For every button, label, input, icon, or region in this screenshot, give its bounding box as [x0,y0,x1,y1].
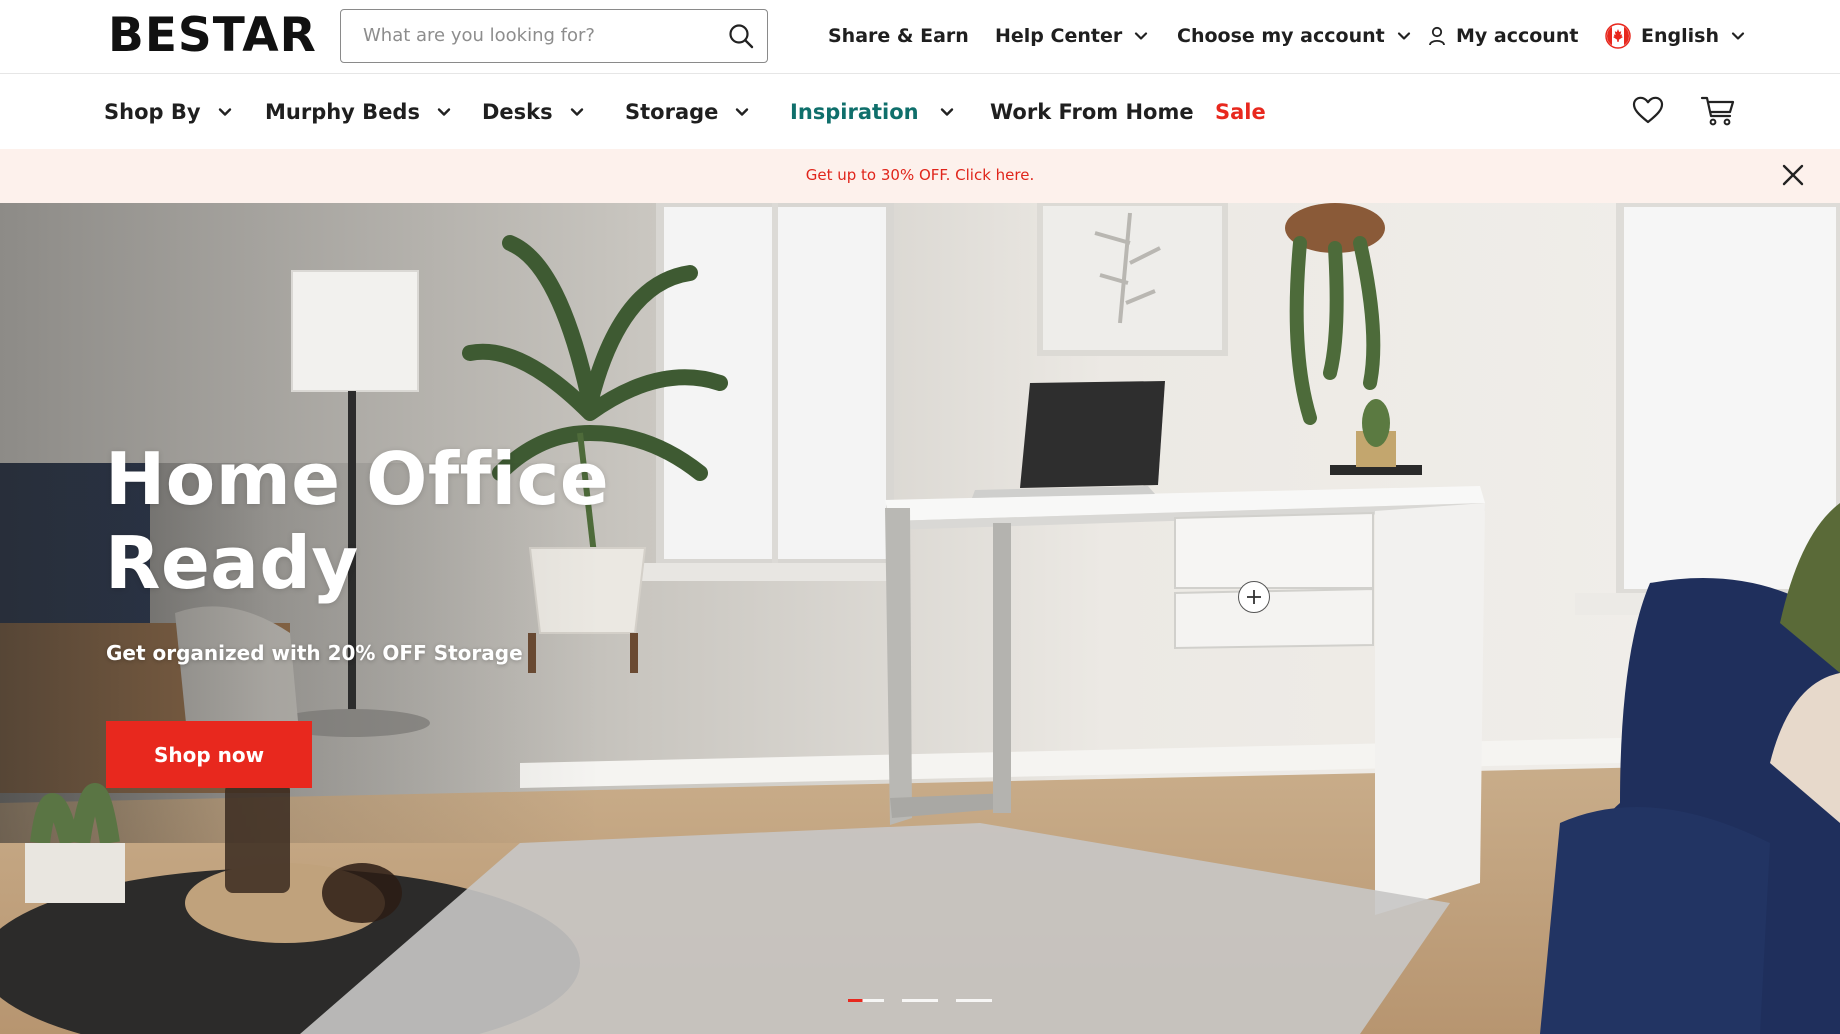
hero-title: Home Office Ready [105,437,610,605]
carousel-dot[interactable] [956,999,992,1002]
my-account-label: My account [1456,25,1579,47]
hero-banner: Home Office Ready Get organized with 20%… [0,203,1840,1034]
nav-label: Work From Home [990,100,1194,124]
nav-sale[interactable]: Sale [1215,96,1266,128]
chevron-down-icon [1397,32,1410,40]
choose-account-label: Choose my account [1177,25,1385,47]
nav-label: Sale [1215,100,1266,124]
nav-inspiration[interactable]: Inspiration [790,96,955,128]
help-center-label: Help Center [995,25,1123,47]
help-center-menu[interactable]: Help Center [995,22,1148,50]
close-icon[interactable] [1780,162,1806,188]
shop-now-button[interactable]: Shop now [106,721,312,788]
nav-work-from-home[interactable]: Work From Home [990,96,1194,128]
choose-account-menu[interactable]: Choose my account [1177,22,1411,50]
bestar-logo[interactable]: BESTAR [108,10,317,62]
promo-link[interactable]: Get up to 30% OFF. Click here. [0,166,1840,184]
plus-icon [1247,590,1261,604]
chevron-down-icon [1731,32,1745,40]
search-icon[interactable] [727,22,755,50]
cart-icon[interactable] [1700,92,1736,128]
nav-storage[interactable]: Storage [625,96,750,128]
search-input[interactable] [341,10,701,61]
nav-label: Inspiration [790,100,919,124]
nav-label: Murphy Beds [265,100,420,124]
chevron-down-icon [218,108,231,116]
user-icon [1429,26,1445,46]
hero-subtitle: Get organized with 20% OFF Storage [106,641,523,665]
share-earn-link[interactable]: Share & Earn [828,22,969,50]
carousel-dot[interactable] [902,999,938,1002]
chevron-down-icon [940,108,953,116]
product-hotspot-button[interactable] [1238,581,1270,613]
chevron-down-icon [437,108,451,116]
language-selector[interactable]: English [1605,22,1745,50]
nav-murphy-beds[interactable]: Murphy Beds [265,96,452,128]
hero-background-image [0,203,1840,1034]
nav-label: Shop By [104,100,201,124]
nav-desks[interactable]: Desks [482,96,585,128]
main-navigation: Shop By Murphy Beds Desks Storage Inspir… [0,74,1840,149]
carousel-indicators [848,999,992,1002]
nav-shop-by[interactable]: Shop By [104,96,233,128]
nav-label: Storage [625,100,719,124]
chevron-down-icon [1135,32,1148,40]
canada-flag-icon [1605,23,1631,49]
promo-banner: Get up to 30% OFF. Click here. [0,149,1840,203]
nav-label: Desks [482,100,553,124]
share-earn-label: Share & Earn [828,25,969,47]
top-header: BESTAR Share & Earn Help Center Choose m… [0,0,1840,74]
my-account-link[interactable]: My account [1428,22,1578,50]
language-label: English [1641,25,1719,47]
chevron-down-icon [736,108,749,116]
chevron-down-icon [570,108,583,116]
heart-icon[interactable] [1630,92,1666,128]
search-box [340,9,768,63]
carousel-dot[interactable] [848,999,884,1002]
